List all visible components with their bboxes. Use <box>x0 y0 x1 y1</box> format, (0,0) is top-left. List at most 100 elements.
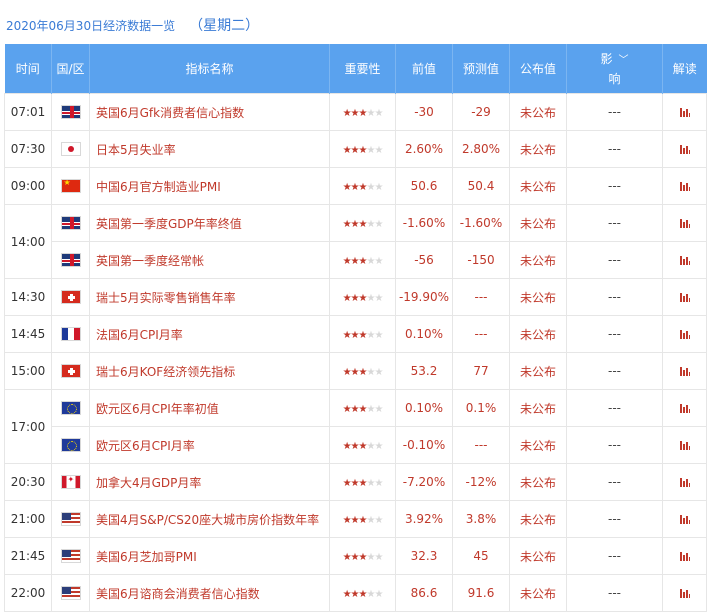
flag-cn-icon <box>60 179 81 194</box>
bar-chart-icon[interactable] <box>679 145 690 154</box>
impact-value: --- <box>566 463 663 501</box>
indicator-name[interactable]: 加拿大4月GDP月率 <box>89 463 330 501</box>
importance-stars-icon: ★★★★★ <box>342 145 384 156</box>
forecast-value: --- <box>452 426 510 464</box>
indicator-name[interactable]: 英国第一季度GDP年率终值 <box>89 204 330 242</box>
table-row: 欧元区6月CPI月率 ★★★★★ -0.10% --- 未公布 --- <box>5 426 707 464</box>
indicator-name[interactable]: 英国第一季度经常帐 <box>89 241 330 279</box>
interpret-cell <box>662 204 707 242</box>
previous-value: 86.6 <box>395 574 453 612</box>
chevron-down-icon[interactable]: ﹀ <box>619 52 629 70</box>
bar-chart-icon[interactable] <box>679 441 690 450</box>
region-cell <box>51 463 90 501</box>
bar-chart-icon[interactable] <box>679 478 690 487</box>
impact-header-label: 影 ﹀ 响 <box>600 50 628 88</box>
time-cell: 14:00 <box>4 204 52 279</box>
col-region: 国/区 <box>51 44 90 94</box>
previous-value: -19.90% <box>395 278 453 316</box>
importance-stars-icon: ★★★★★ <box>342 367 384 378</box>
bar-chart-icon[interactable] <box>679 108 690 117</box>
col-time: 时间 <box>4 44 52 94</box>
col-importance[interactable]: 重要性 <box>329 44 396 94</box>
importance-cell: ★★★★★ <box>329 389 396 427</box>
bar-chart-icon[interactable] <box>679 293 690 302</box>
bar-chart-icon[interactable] <box>679 589 690 598</box>
importance-cell: ★★★★★ <box>329 574 396 612</box>
indicator-name[interactable]: 美国6月芝加哥PMI <box>89 537 330 575</box>
bar-chart-icon[interactable] <box>679 515 690 524</box>
table-row: 21:45 美国6月芝加哥PMI ★★★★★ 32.3 45 未公布 --- <box>4 537 707 575</box>
table-body: 07:01 英国6月Gfk消费者信心指数 ★★★★★ -30 -29 未公布 --- 07:3… <box>4 93 707 612</box>
importance-cell: ★★★★★ <box>329 93 396 131</box>
interpret-cell <box>662 315 707 353</box>
time-cell: 21:45 <box>4 537 52 575</box>
col-impact[interactable]: 影 ﹀ 响 <box>566 44 663 94</box>
time-cell: 22:00 <box>4 574 52 612</box>
table-row: 21:00 美国4月S&P/CS20座大城市房价指数年率 ★★★★★ 3.92% 3.8… <box>4 500 707 538</box>
previous-value: -30 <box>395 93 453 131</box>
impact-value: --- <box>566 278 663 316</box>
impact-value: --- <box>566 93 663 131</box>
flag-jp-icon <box>60 142 81 157</box>
interpret-cell <box>662 241 707 279</box>
importance-cell: ★★★★★ <box>329 130 396 168</box>
importance-cell: ★★★★★ <box>329 315 396 353</box>
bar-chart-icon[interactable] <box>679 330 690 339</box>
importance-cell: ★★★★★ <box>329 278 396 316</box>
forecast-value: 50.4 <box>452 167 510 205</box>
impact-value: --- <box>566 352 663 390</box>
bar-chart-icon[interactable] <box>679 256 690 265</box>
previous-value: 53.2 <box>395 352 453 390</box>
col-previous: 前值 <box>395 44 453 94</box>
importance-cell: ★★★★★ <box>329 537 396 575</box>
bar-chart-icon[interactable] <box>679 367 690 376</box>
impact-value: --- <box>566 167 663 205</box>
importance-cell: ★★★★★ <box>329 426 396 464</box>
flag-fr-icon <box>60 327 81 342</box>
bar-chart-icon[interactable] <box>679 404 690 413</box>
indicator-name[interactable]: 中国6月官方制造业PMI <box>89 167 330 205</box>
indicator-name[interactable]: 瑞士6月KOF经济领先指标 <box>89 352 330 390</box>
impact-value: --- <box>566 315 663 353</box>
indicator-name[interactable]: 法国6月CPI月率 <box>89 315 330 353</box>
indicator-name[interactable]: 欧元区6月CPI年率初值 <box>89 389 330 427</box>
region-cell <box>51 241 90 279</box>
actual-value: 未公布 <box>509 278 567 316</box>
previous-value: -7.20% <box>395 463 453 501</box>
indicator-name[interactable]: 欧元区6月CPI月率 <box>89 426 330 464</box>
indicator-name[interactable]: 美国4月S&P/CS20座大城市房价指数年率 <box>89 500 330 538</box>
impact-value: --- <box>566 241 663 279</box>
table-row: 英国第一季度经常帐 ★★★★★ -56 -150 未公布 --- <box>5 241 707 279</box>
previous-value: 0.10% <box>395 315 453 353</box>
table-row: 15:00 瑞士6月KOF经济领先指标 ★★★★★ 53.2 77 未公布 --- <box>4 352 707 390</box>
actual-value: 未公布 <box>509 204 567 242</box>
interpret-cell <box>662 93 707 131</box>
bar-chart-icon[interactable] <box>679 182 690 191</box>
indicator-name[interactable]: 美国6月谘商会消费者信心指数 <box>89 574 330 612</box>
actual-value: 未公布 <box>509 574 567 612</box>
previous-value: 3.92% <box>395 500 453 538</box>
time-cell: 17:00 <box>4 389 52 464</box>
bar-chart-icon[interactable] <box>679 552 690 561</box>
region-cell <box>51 500 90 538</box>
forecast-value: 2.80% <box>452 130 510 168</box>
impact-label-1: 影 <box>600 51 613 66</box>
previous-value: 0.10% <box>395 389 453 427</box>
indicator-name[interactable]: 日本5月失业率 <box>89 130 330 168</box>
table-row: 22:00 美国6月谘商会消费者信心指数 ★★★★★ 86.6 91.6 未公布 --- <box>4 574 707 612</box>
indicator-name[interactable]: 瑞士5月实际零售销售年率 <box>89 278 330 316</box>
region-cell <box>51 352 90 390</box>
importance-stars-icon: ★★★★★ <box>342 330 384 341</box>
region-cell <box>51 426 90 464</box>
region-cell <box>51 130 90 168</box>
impact-value: --- <box>566 204 663 242</box>
interpret-cell <box>662 537 707 575</box>
forecast-value: 0.1% <box>452 389 510 427</box>
actual-value: 未公布 <box>509 463 567 501</box>
time-cell: 15:00 <box>4 352 52 390</box>
importance-cell: ★★★★★ <box>329 463 396 501</box>
forecast-value: 45 <box>452 537 510 575</box>
region-cell <box>51 167 90 205</box>
indicator-name[interactable]: 英国6月Gfk消费者信心指数 <box>89 93 330 131</box>
bar-chart-icon[interactable] <box>679 219 690 228</box>
